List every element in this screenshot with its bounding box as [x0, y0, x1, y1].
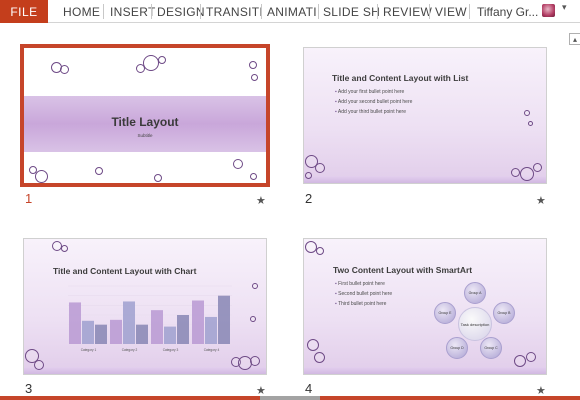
smartart-node: Group A [464, 282, 486, 304]
tab-separator [469, 4, 470, 19]
slide-title: Two Content Layout with SmartArt [333, 265, 473, 275]
footer-band [304, 176, 546, 183]
bullet-item: First bullet point here [335, 281, 385, 287]
chart-category-label: Category 1 [81, 348, 97, 352]
smartart-node: Group B [493, 302, 515, 324]
slide-number: 4 [305, 381, 313, 396]
footer-band [304, 367, 546, 374]
bubble-decoration [314, 352, 325, 363]
smartart-node: Group E [434, 302, 456, 324]
bubble-decoration [514, 355, 526, 367]
bubble-decoration [315, 163, 325, 173]
bubble-decoration [250, 356, 260, 366]
tab-insert[interactable]: INSERT [110, 0, 156, 23]
collapse-ribbon-button[interactable]: ▴ [569, 33, 580, 45]
bubble-decoration [154, 174, 162, 182]
bubble-decoration [520, 167, 534, 181]
tab-separator [103, 4, 104, 19]
tab-slide-show[interactable]: SLIDE SH [323, 0, 380, 23]
tab-separator [200, 4, 201, 19]
slide-title: Title and Content Layout with List [332, 73, 469, 83]
animation-star-icon[interactable]: ★ [536, 194, 546, 207]
tab-home[interactable]: HOME [63, 0, 100, 23]
bullet-item: Add your second bullet point here [335, 99, 413, 105]
slide-number: 2 [305, 191, 313, 206]
smartart-node: Group C [480, 337, 502, 359]
chart-bar [164, 326, 176, 344]
bubble-decoration [511, 168, 520, 177]
avatar[interactable] [542, 4, 555, 17]
bubble-decoration [528, 121, 533, 126]
animation-star-icon[interactable]: ★ [256, 194, 266, 207]
chart-bar [192, 300, 204, 344]
chart-category-label: Category 3 [163, 348, 179, 352]
bubble-decoration [34, 360, 44, 370]
user-account-name[interactable]: Tiffany Gr... [477, 0, 538, 23]
bar-chart: Category 1 Category 2 Category 3 Category 4 [68, 285, 232, 352]
slide-number: 1 [25, 191, 33, 206]
chart-bar [218, 295, 230, 344]
bubble-decoration [250, 173, 257, 180]
bubble-decoration [316, 247, 324, 255]
chart-category-label: Category 2 [122, 348, 138, 352]
bubble-decoration [250, 316, 256, 322]
slide-thumbnail-2[interactable]: Title and Content Layout with List Add y… [303, 47, 547, 184]
bubble-decoration [252, 283, 258, 289]
tab-separator [261, 4, 262, 19]
bullet-item: Second bullet point here [335, 291, 392, 297]
bubble-decoration [61, 245, 68, 252]
tab-design[interactable]: DESIGN [157, 0, 205, 23]
bubble-decoration [307, 339, 319, 351]
smartart-node: Group D [446, 337, 468, 359]
tab-animations[interactable]: ANIMATI [267, 0, 317, 23]
bullet-item: Third bullet point here [335, 301, 386, 307]
chart-bar [123, 301, 135, 344]
bubble-decoration [305, 172, 312, 179]
tab-separator [377, 4, 378, 19]
bubble-decoration [526, 352, 536, 362]
bubble-decoration [249, 61, 257, 69]
bubble-decoration [95, 167, 103, 175]
bubble-decoration [143, 55, 159, 71]
bubble-decoration [533, 163, 542, 172]
slide-thumbnail-1[interactable]: Title Layout Subtitle [20, 44, 270, 187]
chart-bar [151, 310, 163, 344]
slide-subtitle: Subtitle [137, 133, 153, 138]
smartart-center: Task description [458, 307, 492, 341]
chart-category-label: Category 4 [204, 348, 220, 352]
tab-transitions[interactable]: TRANSITI [206, 0, 263, 23]
slide-title: Title and Content Layout with Chart [53, 266, 197, 276]
footer-band [24, 367, 266, 374]
slide-thumbnail-4[interactable]: Two Content Layout with SmartArt First b… [303, 238, 547, 375]
slide-number: 3 [25, 381, 33, 396]
bubble-decoration [35, 170, 48, 183]
chart-bar [82, 320, 94, 344]
tab-separator [318, 4, 319, 19]
bubble-decoration [524, 110, 530, 116]
chart-bar [95, 324, 107, 344]
slide-thumbnail-3[interactable]: Title and Content Layout with Chart Cate… [23, 238, 267, 375]
bubble-decoration [233, 159, 243, 169]
tab-file[interactable]: FILE [0, 0, 48, 23]
bubble-decoration [60, 65, 69, 74]
chart-bar [69, 302, 81, 344]
tab-separator [151, 4, 152, 19]
horizontal-scrollbar[interactable] [260, 396, 320, 400]
chart-bar [205, 316, 217, 344]
slide-sorter-view: Title Layout Subtitle 1 ★ Title and Cont… [0, 24, 567, 398]
chart-bar [136, 324, 148, 344]
tab-review[interactable]: REVIEW [383, 0, 432, 23]
ribbon-tab-bar: FILE HOME INSERT DESIGN TRANSITI ANIMATI… [0, 0, 580, 23]
bubble-decoration [158, 56, 166, 64]
tab-view[interactable]: VIEW [435, 0, 467, 23]
bubble-decoration [251, 74, 258, 81]
tab-separator [429, 4, 430, 19]
chevron-down-icon[interactable]: ▾ [562, 2, 567, 13]
bullet-item: Add your third bullet point here [335, 109, 406, 115]
bullet-item: Add your first bullet point here [335, 89, 404, 95]
chart-bar [110, 319, 122, 344]
chart-bar [177, 315, 189, 344]
slide-title: Title Layout [111, 115, 179, 129]
